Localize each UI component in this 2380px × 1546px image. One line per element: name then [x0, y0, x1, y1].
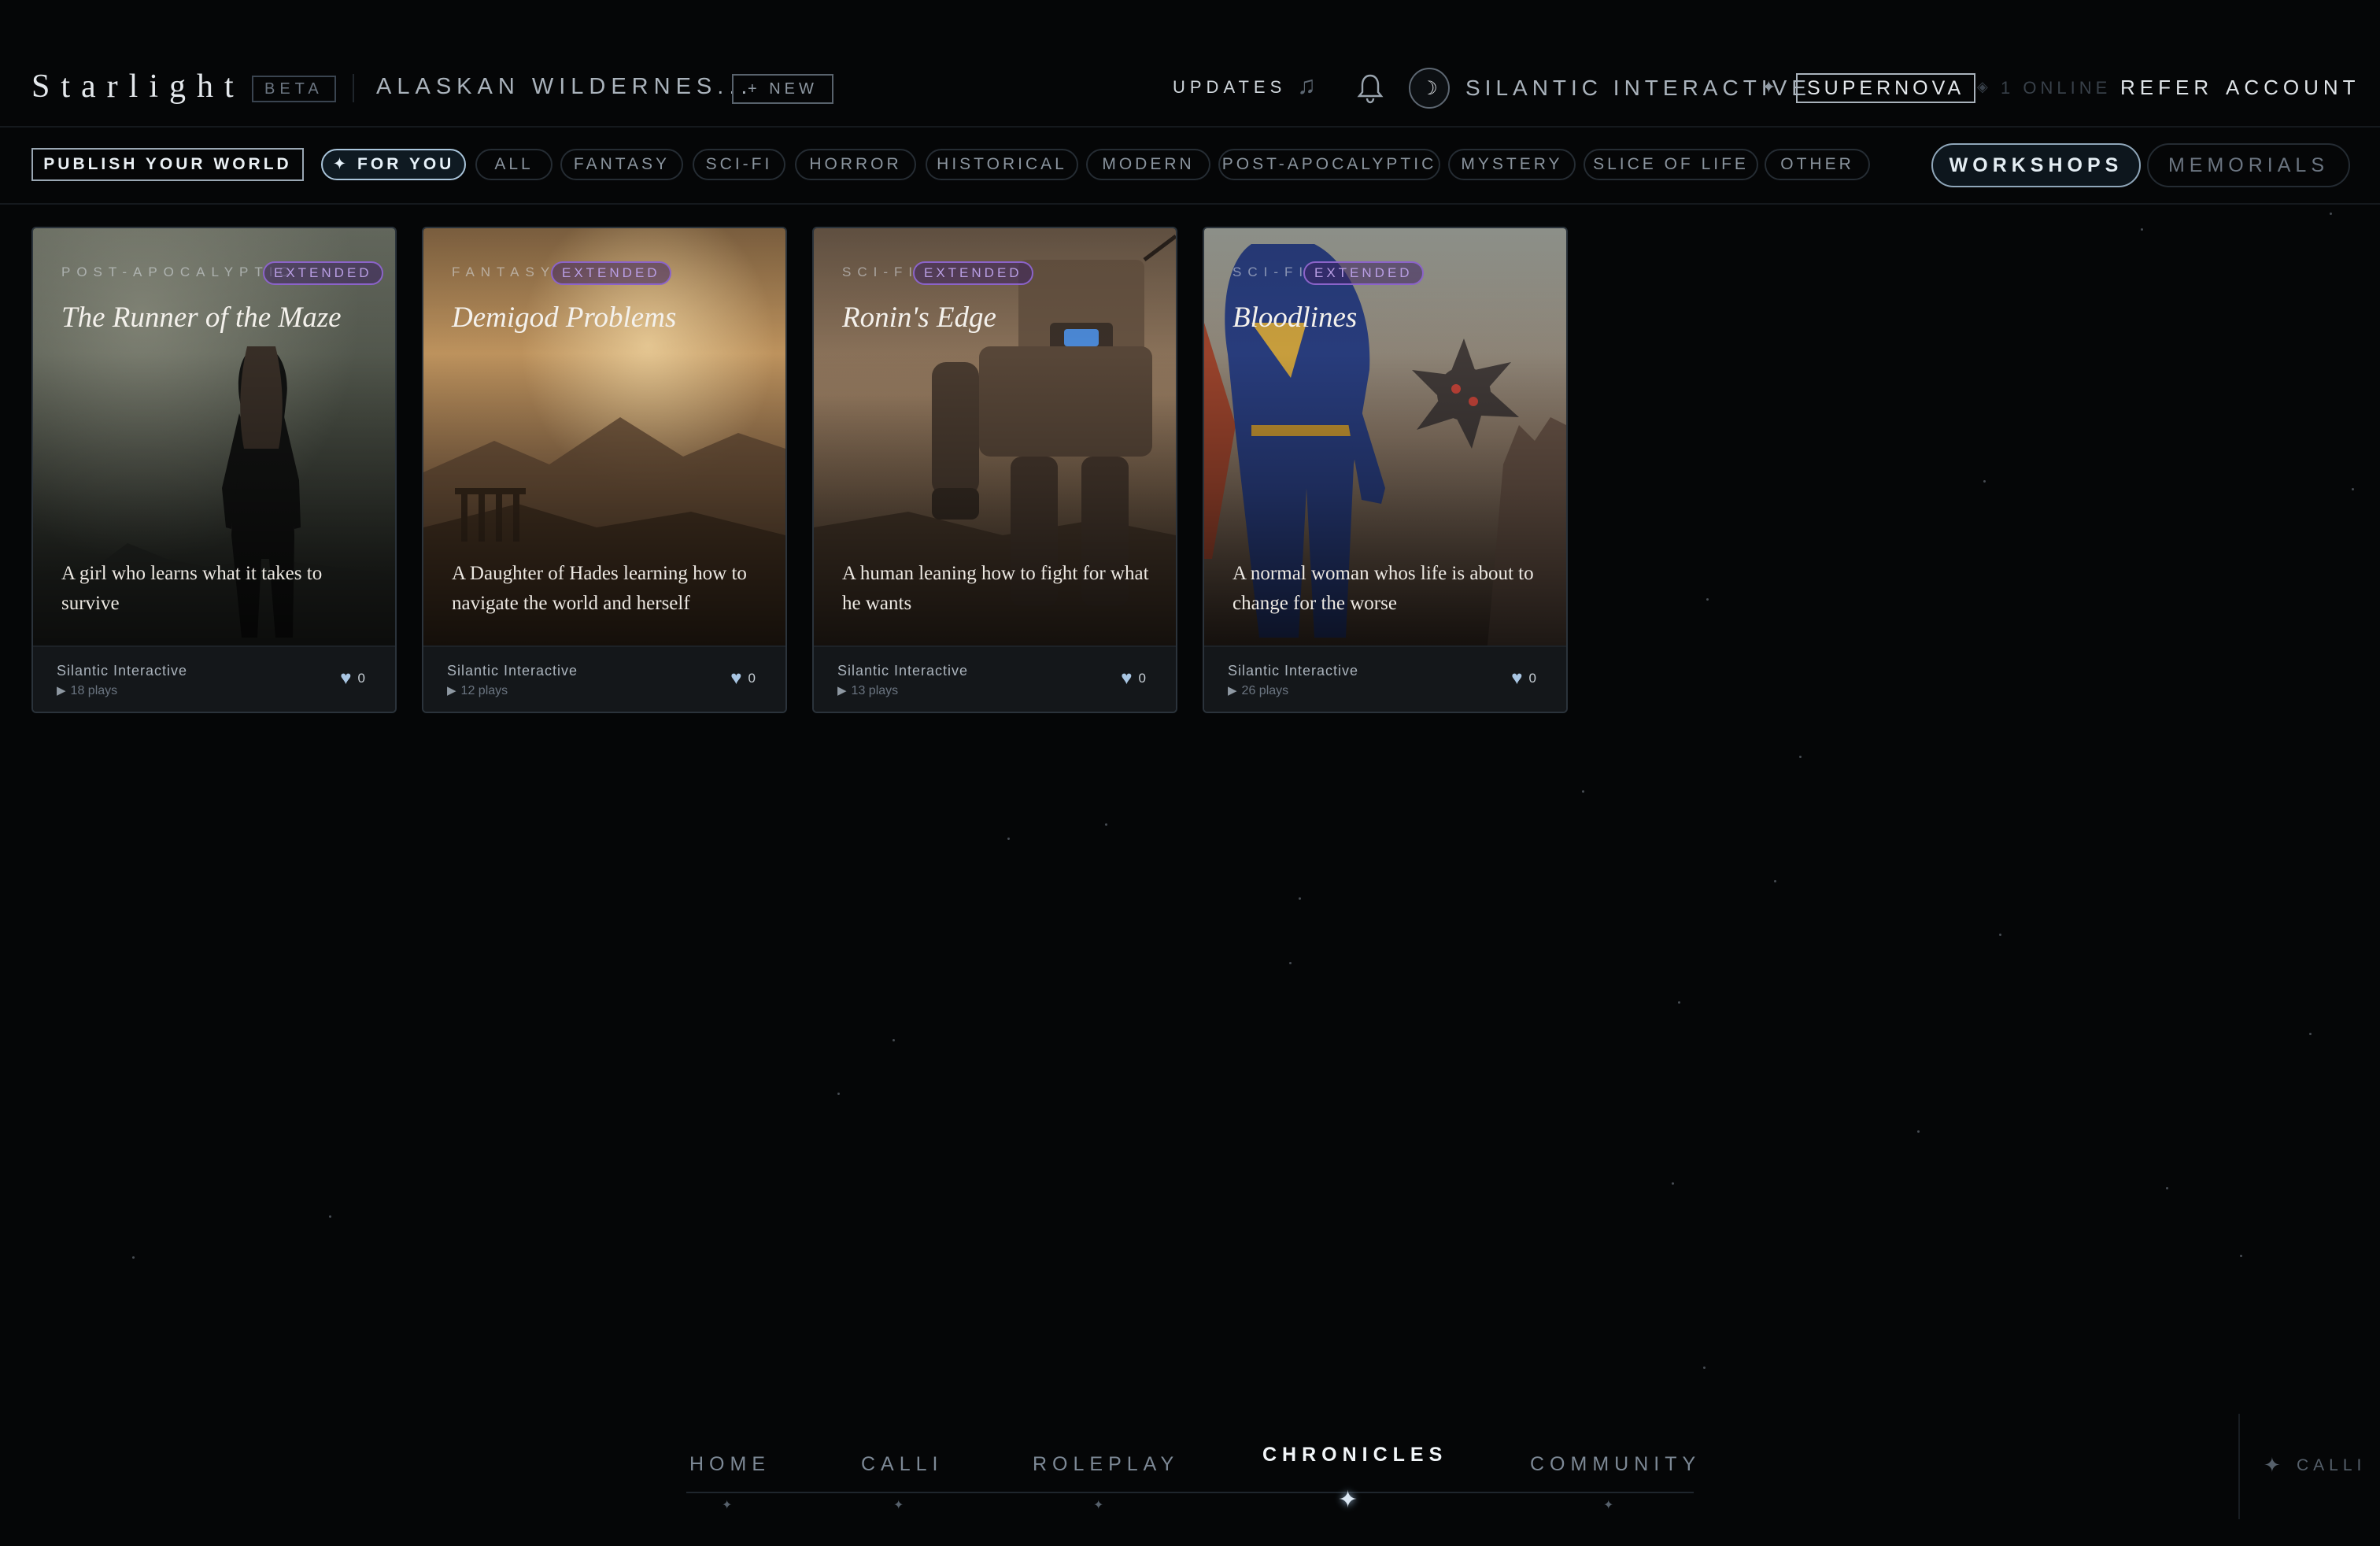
card-play-count: ▶ 13 plays: [837, 683, 898, 698]
world-card[interactable]: SCI-FI EXTENDED Ronin's Edge A human lea…: [812, 227, 1177, 713]
calli-dock-label: CALLI: [2297, 1456, 2367, 1474]
brand-logo[interactable]: Starlight: [31, 68, 245, 105]
card-play-count: ▶ 26 plays: [1228, 683, 1288, 698]
sparkle-icon: ✦: [1093, 1499, 1104, 1512]
header-divider: [353, 74, 354, 102]
memorials-tab[interactable]: MEMORIALS: [2147, 143, 2350, 187]
play-icon: ▶: [1228, 684, 1237, 697]
organization-name[interactable]: SILANTIC INTERACTIVE: [1465, 76, 1811, 101]
card-plays-label: 12 plays: [460, 684, 508, 697]
card-plays-label: 13 plays: [851, 684, 899, 697]
calli-assistant-dock[interactable]: ✦ CALLI: [2238, 1414, 2380, 1519]
current-world-selector[interactable]: ALASKAN WILDERNES...: [376, 74, 752, 100]
heart-icon: ♥: [1511, 668, 1523, 689]
card-plays-label: 26 plays: [1241, 684, 1289, 697]
plan-badge[interactable]: SUPERNOVA: [1796, 73, 1976, 103]
card-title: The Runner of the Maze: [61, 301, 342, 334]
filter-chip-post-apocalyptic[interactable]: POST-APOCALYPTIC: [1218, 149, 1440, 180]
world-card[interactable]: SCI-FI EXTENDED Bloodlines A normal woma…: [1203, 227, 1568, 713]
card-author[interactable]: Silantic Interactive: [1228, 663, 1358, 679]
account-link[interactable]: ACCOUNT: [2226, 76, 2360, 100]
heart-icon: ♥: [1121, 668, 1133, 689]
bell-icon[interactable]: [1357, 72, 1384, 104]
nav-community[interactable]: COMMUNITY: [1530, 1453, 1701, 1476]
card-description: A Daughter of Hades learning how to navi…: [452, 563, 747, 614]
sparkle-icon: ✦: [2264, 1453, 2281, 1477]
card-genre: SCI-FI: [1232, 264, 1310, 279]
like-button[interactable]: ♥ 0: [1121, 668, 1146, 689]
card-author[interactable]: Silantic Interactive: [57, 663, 187, 679]
like-count: 0: [1528, 671, 1536, 686]
nav-calli[interactable]: CALLI: [861, 1453, 943, 1476]
nav-chronicles[interactable]: CHRONICLES: [1262, 1444, 1447, 1466]
like-button[interactable]: ♥ 0: [1511, 668, 1536, 689]
world-card[interactable]: FANTASY EXTENDED Demigod Problems A Daug…: [422, 227, 787, 713]
heart-icon: ♥: [730, 668, 742, 689]
nav-divider: [686, 1492, 1694, 1493]
like-count: 0: [357, 671, 365, 686]
filter-bar: PUBLISH YOUR WORLD ✦ FOR YOU ALL FANTASY…: [0, 128, 2380, 205]
music-note-icon[interactable]: ♫: [1297, 71, 1316, 100]
beta-badge: BETA: [252, 76, 336, 102]
world-card[interactable]: POST-APOCALYPTIC EXTENDED The Runner of …: [31, 227, 397, 713]
publish-world-button[interactable]: PUBLISH YOUR WORLD: [31, 148, 304, 181]
sparkle-icon: ✦: [1761, 77, 1776, 97]
card-play-count: ▶ 12 plays: [447, 683, 508, 698]
filter-chip-modern[interactable]: MODERN: [1086, 149, 1210, 180]
filter-chip-historical[interactable]: HISTORICAL: [926, 149, 1078, 180]
card-footer: Silantic Interactive ▶ 13 plays ♥ 0: [814, 645, 1176, 712]
filter-chip-sci-fi[interactable]: SCI-FI: [693, 149, 785, 180]
heart-icon: ♥: [340, 668, 352, 689]
card-genre: FANTASY: [452, 264, 556, 279]
filter-chip-for-you[interactable]: ✦ FOR YOU: [321, 149, 466, 180]
card-play-count: ▶ 18 plays: [57, 683, 117, 698]
card-footer: Silantic Interactive ▶ 12 plays ♥ 0: [423, 645, 785, 712]
play-icon: ▶: [837, 684, 847, 697]
nav-roleplay[interactable]: ROLEPLAY: [1033, 1453, 1179, 1476]
like-count: 0: [1138, 671, 1146, 686]
card-title: Bloodlines: [1232, 301, 1358, 334]
new-world-button[interactable]: + NEW: [732, 74, 833, 104]
workshops-tab[interactable]: WORKSHOPS: [1931, 143, 2141, 187]
filter-chip-mystery[interactable]: MYSTERY: [1448, 149, 1576, 180]
sparkle-icon: ✦: [722, 1499, 733, 1512]
play-icon: ▶: [57, 684, 66, 697]
card-genre: POST-APOCALYPTIC: [61, 264, 295, 279]
like-count: 0: [748, 671, 756, 686]
card-footer: Silantic Interactive ▶ 18 plays ♥ 0: [33, 645, 395, 712]
top-bar: Starlight BETA ALASKAN WILDERNES... + NE…: [0, 0, 2380, 128]
card-title: Demigod Problems: [452, 301, 677, 334]
card-description: A human leaning how to fight for what he…: [842, 563, 1149, 614]
card-title: Ronin's Edge: [842, 301, 996, 334]
filter-chip-other[interactable]: OTHER: [1765, 149, 1870, 180]
avatar[interactable]: ☽: [1409, 68, 1450, 109]
card-description: A normal woman whos life is about to cha…: [1232, 563, 1534, 614]
like-button[interactable]: ♥ 0: [340, 668, 365, 689]
online-status-icon: ◈: [1977, 79, 1988, 94]
filter-chip-slice-of-life[interactable]: SLICE OF LIFE: [1584, 149, 1758, 180]
card-footer: Silantic Interactive ▶ 26 plays ♥ 0: [1204, 645, 1566, 712]
like-button[interactable]: ♥ 0: [730, 668, 756, 689]
card-genre: SCI-FI: [842, 264, 919, 279]
card-author[interactable]: Silantic Interactive: [837, 663, 968, 679]
sparkle-icon: ✦: [893, 1499, 904, 1512]
extended-badge: EXTENDED: [913, 261, 1033, 285]
bottom-navigation: HOME ✦ CALLI ✦ ROLEPLAY ✦ CHRONICLES ✦ C…: [686, 1433, 1695, 1519]
refer-link[interactable]: REFER: [2120, 76, 2213, 100]
extended-badge: EXTENDED: [263, 261, 383, 285]
online-count: 1 ONLINE: [2001, 78, 2112, 98]
filter-chip-horror[interactable]: HORROR: [795, 149, 916, 180]
filter-chip-all[interactable]: ALL: [475, 149, 552, 180]
filter-chip-fantasy[interactable]: FANTASY: [560, 149, 683, 180]
card-author[interactable]: Silantic Interactive: [447, 663, 578, 679]
card-description: A girl who learns what it takes to survi…: [61, 563, 323, 614]
extended-badge: EXTENDED: [551, 261, 671, 285]
extended-badge: EXTENDED: [1303, 261, 1424, 285]
play-icon: ▶: [447, 684, 456, 697]
sparkle-icon: ✦: [1338, 1487, 1358, 1513]
sparkle-icon: ✦: [1603, 1499, 1614, 1512]
nav-home[interactable]: HOME: [689, 1453, 771, 1476]
card-plays-label: 18 plays: [70, 684, 118, 697]
updates-link[interactable]: UPDATES: [1173, 77, 1286, 98]
